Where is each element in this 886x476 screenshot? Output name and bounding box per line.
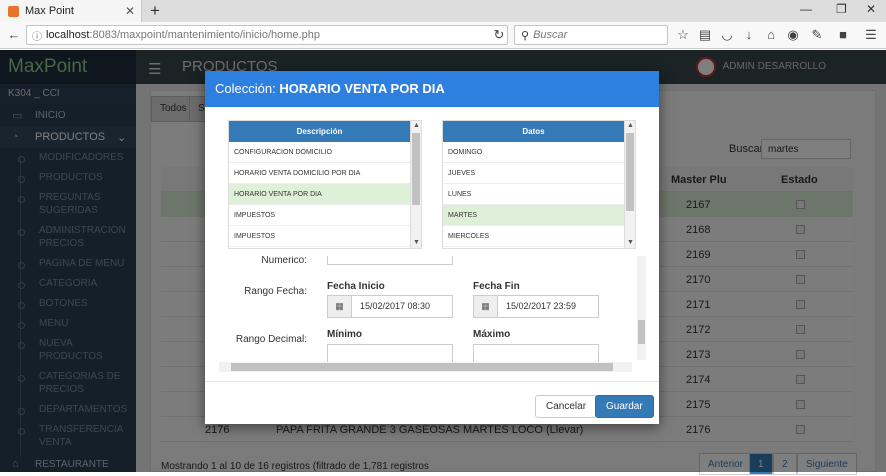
form-vertical-scrollbar[interactable] [637, 256, 646, 360]
save-button[interactable]: Guardar [595, 395, 654, 418]
maximize-icon[interactable]: ❐ [836, 2, 847, 16]
menu-icon[interactable]: ☰ [862, 26, 880, 44]
tab-title: Max Point [25, 5, 74, 17]
cancel-button[interactable]: Cancelar [535, 395, 598, 418]
calendar-icon[interactable]: ▦ [474, 296, 498, 317]
fecha-inicio-label: Fecha Inicio [327, 281, 385, 292]
descripcion-scrollbar[interactable]: ▲ ▼ [410, 121, 421, 248]
list-item[interactable]: LUNES [443, 184, 624, 205]
back-icon[interactable]: ← [5, 26, 23, 44]
extension-icon[interactable]: ✎ [808, 26, 826, 44]
browser-tab[interactable]: Max Point ✕ [0, 0, 142, 22]
minimo-label: Mínimo [327, 329, 362, 340]
list-item[interactable]: HORARIO VENTA DOMICILIO POR DIA [229, 163, 410, 184]
addon-icon[interactable]: ■ [834, 26, 852, 44]
reading-list-icon[interactable]: ▤ [696, 26, 714, 44]
numerico-label: Numerico: [261, 256, 307, 266]
calendar-icon[interactable]: ▦ [328, 296, 352, 317]
form-horizontal-scrollbar[interactable] [219, 362, 632, 372]
scroll-up-icon[interactable]: ▲ [411, 121, 421, 131]
reload-icon[interactable]: ↻ [490, 26, 508, 44]
coleccion-modal: Colección: HORARIO VENTA POR DIA Descrip… [205, 71, 659, 424]
url-text: localhost:8083/maxpoint/mantenimiento/in… [46, 29, 320, 41]
search-placeholder: Buscar [533, 29, 568, 41]
fecha-fin-label: Fecha Fin [473, 281, 520, 292]
site-favicon-icon [8, 5, 19, 17]
address-bar[interactable]: ⓘ localhost:8083/maxpoint/mantenimiento/… [26, 25, 508, 45]
close-tab-icon[interactable]: ✕ [125, 4, 135, 18]
browser-tab-strip: Max Point ✕ + — ❐ ✕ [0, 0, 886, 22]
modal-footer: Cancelar Guardar [205, 381, 659, 424]
datos-list: Datos DOMINGO JUEVES LUNES MARTES MIERCO… [442, 120, 636, 249]
list-item[interactable]: DOMINGO [443, 142, 624, 163]
fecha-inicio-value: 15/02/2017 08:30 [360, 301, 431, 311]
list-item-selected[interactable]: MARTES [443, 205, 624, 226]
pocket-icon[interactable]: ◡ [718, 26, 736, 44]
rango-fecha-label: Rango Fecha: [244, 286, 307, 297]
list-item[interactable]: MIERCOLES [443, 226, 624, 247]
search-bar[interactable]: ⚲ Buscar [514, 25, 668, 45]
form-area: Numerico: Rango Fecha: Fecha Inicio Fech… [219, 256, 646, 374]
close-window-icon[interactable]: ✕ [866, 2, 876, 16]
list-item-selected[interactable]: HORARIO VENTA POR DIA [229, 184, 410, 205]
modal-header: Colección: HORARIO VENTA POR DIA [205, 71, 659, 107]
fecha-inicio-field[interactable]: ▦ 15/02/2017 08:30 [327, 295, 453, 318]
numerico-input[interactable] [327, 256, 453, 265]
scroll-down-icon[interactable]: ▼ [625, 238, 635, 248]
datos-scrollbar[interactable]: ▲ ▼ [624, 121, 635, 248]
list-item[interactable]: CONFIGURACION DOMICILIO [229, 142, 410, 163]
maximo-label: Máximo [473, 329, 511, 340]
descripcion-list: Descripción CONFIGURACION DOMICILIO HORA… [228, 120, 422, 249]
bookmark-star-icon[interactable]: ☆ [674, 26, 692, 44]
modal-title: HORARIO VENTA POR DIA [279, 81, 445, 96]
sync-icon[interactable]: ◉ [784, 26, 802, 44]
browser-navbar: ← ⓘ localhost:8083/maxpoint/mantenimient… [0, 22, 886, 49]
list-item[interactable]: JUEVES [443, 163, 624, 184]
scroll-down-icon[interactable]: ▼ [411, 238, 421, 248]
new-tab-icon[interactable]: + [150, 1, 160, 21]
list-item[interactable]: IMPUESTOS [229, 226, 410, 247]
descripcion-header: Descripción [229, 121, 410, 142]
fecha-fin-value: 15/02/2017 23:59 [506, 301, 577, 311]
home-icon[interactable]: ⌂ [762, 26, 780, 44]
rango-decimal-label: Rango Decimal: [235, 334, 307, 345]
info-icon[interactable]: ⓘ [32, 28, 42, 43]
minimize-icon[interactable]: — [800, 2, 812, 16]
download-icon[interactable]: ↓ [740, 26, 758, 44]
list-item[interactable]: IMPUESTOS [229, 205, 410, 226]
modal-title-prefix: Colección: [215, 81, 276, 96]
scroll-up-icon[interactable]: ▲ [625, 121, 635, 131]
datos-header: Datos [443, 121, 624, 142]
fecha-fin-field[interactable]: ▦ 15/02/2017 23:59 [473, 295, 599, 318]
search-icon: ⚲ [521, 29, 530, 42]
